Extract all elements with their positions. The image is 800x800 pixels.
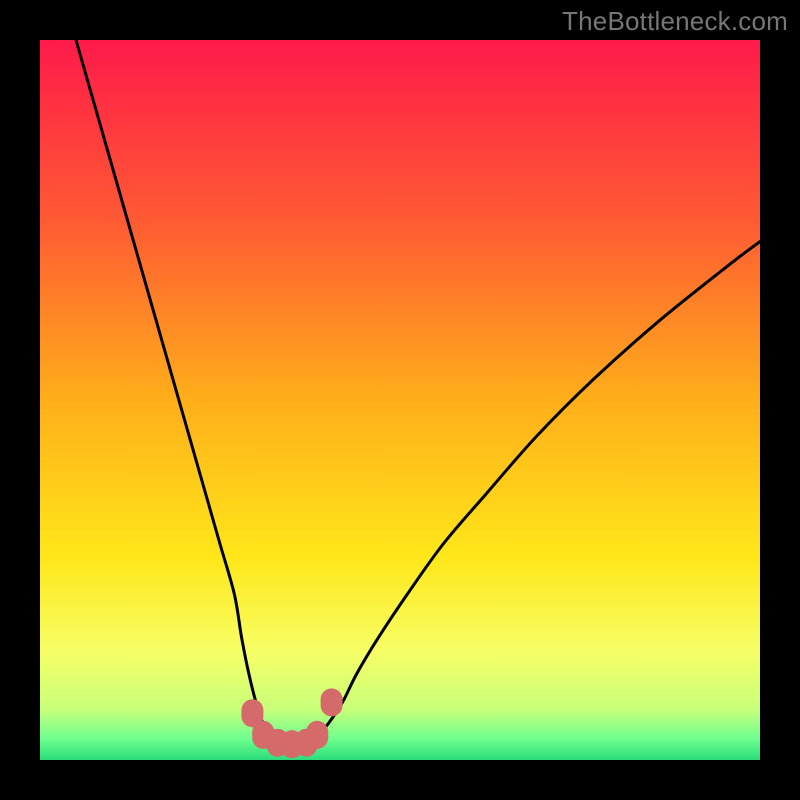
trough-marker — [321, 688, 343, 716]
curve-layer — [40, 40, 760, 760]
watermark-text: TheBottleneck.com — [562, 6, 788, 37]
chart-frame: TheBottleneck.com — [0, 0, 800, 800]
left-branch-curve — [76, 40, 278, 746]
plot-area — [40, 40, 760, 760]
trough-marker — [306, 721, 328, 749]
right-branch-curve — [306, 242, 760, 746]
